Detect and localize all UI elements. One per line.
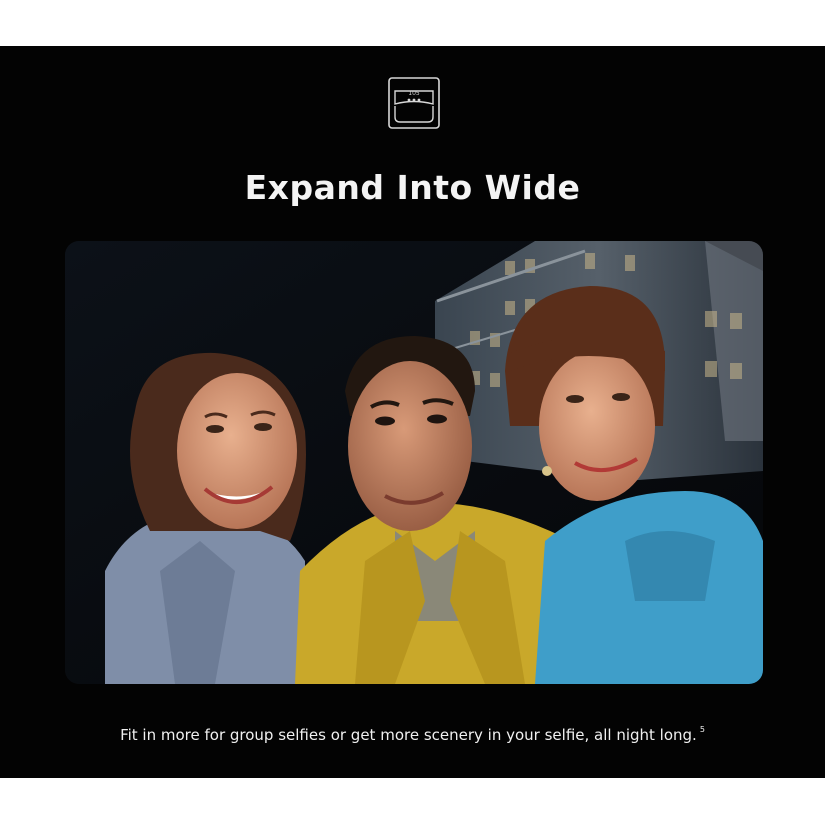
caption-text: Fit in more for group selfies or get mor…: [120, 726, 697, 744]
caption: Fit in more for group selfies or get mor…: [0, 719, 825, 746]
group-selfie-photo: [65, 241, 763, 684]
lens-angle-label: 105: [408, 90, 420, 97]
page-title: Expand Into Wide: [244, 168, 581, 207]
wide-angle-lens-icon: 105: [388, 77, 440, 129]
footnote-marker[interactable]: 5: [700, 725, 705, 734]
